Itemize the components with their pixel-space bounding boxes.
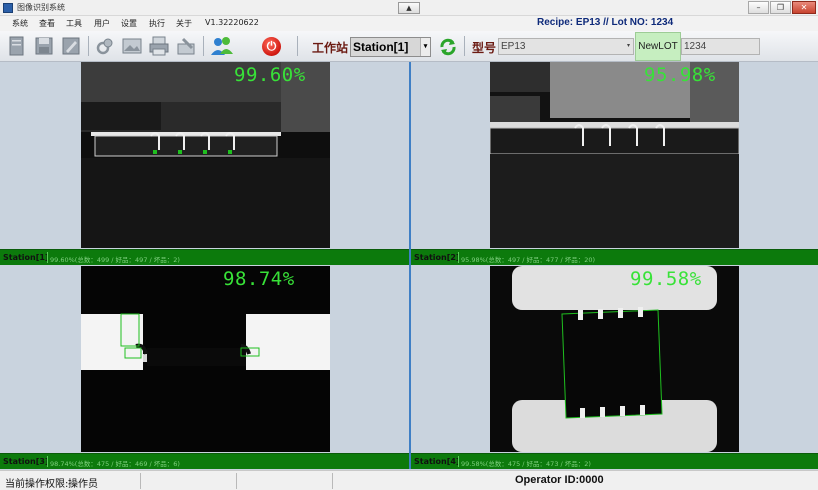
edit-icon[interactable] bbox=[60, 35, 82, 57]
station-status-bar: Station[2] 95.98%(总数：497 / 好品：477 / 坏品：2… bbox=[411, 249, 818, 265]
permission-value: 操作员 bbox=[68, 479, 98, 490]
app-icon bbox=[3, 3, 13, 13]
menu-view[interactable]: 查看 bbox=[39, 18, 55, 29]
save-icon[interactable] bbox=[33, 35, 55, 57]
station-name: Station[3] bbox=[3, 457, 49, 466]
permission-label: 当前操作权限: bbox=[5, 479, 69, 490]
status-divider bbox=[47, 456, 48, 467]
maximize-button[interactable]: ❐ bbox=[770, 1, 791, 14]
toolbar-separator bbox=[88, 36, 89, 56]
station-panel-2: 95.98% Station[2] 95.98%(总数：497 / 好品：477… bbox=[411, 62, 818, 266]
print-icon[interactable] bbox=[148, 35, 170, 57]
station-panel-3: 98.74% Station[3] 98.74%(总数：475 / 好品：469… bbox=[0, 266, 409, 470]
camera-view-3: 98.74% bbox=[81, 266, 330, 452]
yield-percent: 99.60% bbox=[234, 64, 306, 86]
newlot-button[interactable]: NewLOT bbox=[635, 32, 681, 61]
station-panel-4: 99.58% Station[4] 99.58%(总数：475 / 好品：473… bbox=[411, 266, 818, 470]
station-name: Station[2] bbox=[414, 253, 460, 262]
menu-bar: 系统 查看 工具 用户 设置 执行 关于 V1.32220622 Recipe:… bbox=[0, 16, 818, 31]
station-stats: 98.74%(总数：475 / 好品：469 / 坏品：6) bbox=[50, 460, 180, 468]
clear-icon[interactable] bbox=[175, 35, 197, 57]
station-label: 工作站 bbox=[312, 41, 349, 55]
title-bar: 图像识别系统 ▲ – ❐ ✕ bbox=[0, 0, 818, 16]
station-stats: 95.98%(总数：497 / 好品：477 / 坏品：20) bbox=[461, 256, 596, 264]
lot-number-input[interactable]: 1234 bbox=[681, 38, 760, 55]
toolbar-separator bbox=[464, 36, 465, 56]
camera-view-1: 99.60% bbox=[81, 62, 330, 248]
camera-view-2: 95.98% bbox=[490, 62, 739, 248]
users-icon[interactable] bbox=[209, 35, 235, 57]
station-stats: 99.58%(总数：475 / 好品：473 / 坏品：2) bbox=[461, 460, 591, 468]
status-divider bbox=[47, 252, 48, 263]
station-status-bar: Station[4] 99.58%(总数：475 / 好品：473 / 坏品：2… bbox=[411, 453, 818, 469]
model-label: 型号 bbox=[472, 41, 497, 55]
menu-settings[interactable]: 设置 bbox=[121, 18, 137, 29]
chevron-down-icon[interactable]: ▾ bbox=[420, 38, 430, 56]
power-icon[interactable]: ⏻ bbox=[262, 37, 281, 56]
station-status-bar: Station[3] 98.74%(总数：475 / 好品：469 / 坏品：6… bbox=[0, 453, 409, 469]
camera-image-4 bbox=[490, 266, 739, 452]
yield-percent: 98.74% bbox=[223, 268, 295, 290]
status-divider bbox=[458, 456, 459, 467]
station-name: Station[1] bbox=[3, 253, 49, 262]
menu-tools[interactable]: 工具 bbox=[66, 18, 82, 29]
camera-image-3 bbox=[81, 266, 330, 452]
model-select-value: EP13 bbox=[501, 41, 526, 52]
chevron-down-icon[interactable]: ▾ bbox=[624, 39, 633, 54]
menu-users[interactable]: 用户 bbox=[94, 18, 110, 29]
camera-view-4: 99.58% bbox=[490, 266, 739, 452]
station-select-value: Station[1] bbox=[353, 40, 409, 54]
inspect-icon[interactable] bbox=[94, 35, 116, 57]
station-status-bar: Station[1] 99.60%(总数：499 / 好品：497 / 坏品：2… bbox=[0, 249, 409, 265]
toolbar-separator bbox=[297, 36, 298, 56]
station-panel-1: 99.60% Station[1] 99.60%(总数：499 / 好品：497… bbox=[0, 62, 409, 266]
menu-about[interactable]: 关于 bbox=[176, 18, 192, 29]
status-bar: 当前操作权限: 操作员 Operator ID:0000 bbox=[0, 470, 818, 490]
refresh-icon[interactable] bbox=[438, 37, 458, 57]
status-separator bbox=[236, 473, 237, 489]
model-select[interactable]: EP13 ▾ bbox=[498, 38, 634, 55]
camera-image-2 bbox=[490, 62, 739, 248]
station-select[interactable]: Station[1] ▾ bbox=[350, 37, 431, 57]
new-file-icon[interactable] bbox=[6, 35, 28, 57]
version-label: V1.32220622 bbox=[205, 18, 259, 27]
minimize-button[interactable]: – bbox=[748, 1, 769, 14]
recipe-lot-label: Recipe: EP13 // Lot NO: 1234 bbox=[537, 17, 674, 28]
status-separator bbox=[140, 473, 141, 489]
image-icon[interactable] bbox=[121, 35, 143, 57]
status-separator bbox=[332, 473, 333, 489]
close-button[interactable]: ✕ bbox=[792, 1, 816, 14]
camera-image-1 bbox=[81, 62, 330, 248]
window-title: 图像识别系统 bbox=[17, 3, 65, 12]
yield-percent: 95.98% bbox=[644, 64, 716, 86]
collapse-toolbar-button[interactable]: ▲ bbox=[398, 2, 420, 14]
menu-system[interactable]: 系统 bbox=[12, 18, 28, 29]
status-divider bbox=[458, 252, 459, 263]
panel-divider[interactable] bbox=[409, 62, 411, 469]
station-stats: 99.60%(总数：499 / 好品：497 / 坏品：2) bbox=[50, 256, 180, 264]
menu-execute[interactable]: 执行 bbox=[149, 18, 165, 29]
operator-id: Operator ID:0000 bbox=[515, 474, 604, 486]
station-name: Station[4] bbox=[414, 457, 460, 466]
toolbar-separator bbox=[203, 36, 204, 56]
yield-percent: 99.58% bbox=[630, 268, 702, 290]
